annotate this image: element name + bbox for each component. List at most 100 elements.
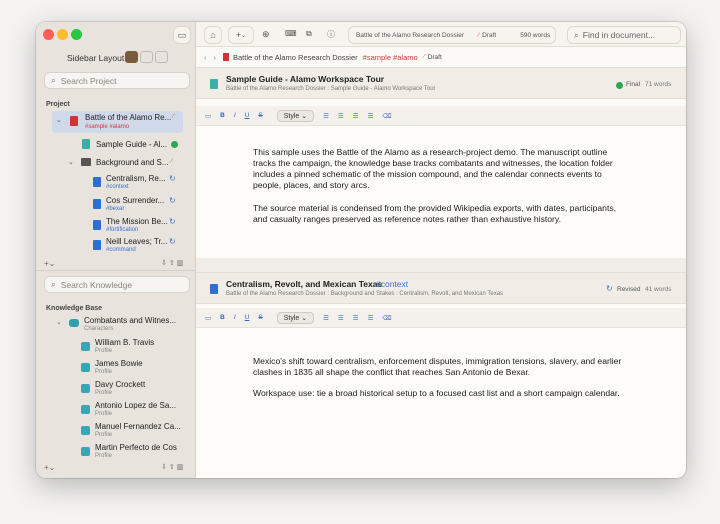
format-bar: ▭ B I U S Style ⌄ ☰ ☰ ☰ ☰ ⌫ bbox=[196, 106, 686, 126]
clear-format-icon[interactable]: ⌫ bbox=[382, 112, 391, 120]
final-status-icon bbox=[171, 141, 178, 148]
chevron-down-icon: ⌄ bbox=[56, 319, 62, 326]
italic-button[interactable]: I bbox=[234, 314, 236, 321]
knowledge-group[interactable]: ⌄ Combatants and Witnes... Characters bbox=[36, 316, 196, 336]
target-icon[interactable]: ⊕ bbox=[262, 29, 270, 40]
import-icon[interactable]: ⇩ bbox=[161, 464, 167, 471]
knowledge-heading: Knowledge Base bbox=[46, 305, 103, 312]
search-project-input[interactable]: ⌕ Search Project bbox=[44, 72, 190, 89]
align-left-icon[interactable]: ☰ bbox=[323, 112, 329, 120]
final-status-icon bbox=[616, 82, 623, 89]
bold-button[interactable]: B bbox=[220, 112, 225, 119]
person-icon bbox=[81, 426, 90, 435]
person-icon bbox=[81, 405, 90, 414]
close-window-button[interactable] bbox=[43, 29, 54, 40]
paragraph: Mexico's shift toward centralism, enforc… bbox=[253, 356, 622, 377]
strikethrough-button[interactable]: S bbox=[258, 314, 262, 321]
add-menu-button[interactable]: + ⌄ bbox=[228, 26, 254, 44]
minimize-window-button[interactable] bbox=[57, 29, 68, 40]
home-button[interactable]: ⌂ bbox=[204, 26, 222, 44]
search-icon: ⌕ bbox=[51, 75, 56, 85]
underline-button[interactable]: U bbox=[245, 314, 250, 321]
project-heading: Project bbox=[46, 101, 70, 108]
align-center-icon[interactable]: ☰ bbox=[338, 314, 344, 322]
person-icon bbox=[81, 384, 90, 393]
zoom-window-button[interactable] bbox=[71, 29, 82, 40]
clear-format-icon[interactable]: ⌫ bbox=[382, 314, 391, 322]
toggle-sidebar-button[interactable]: ▭ bbox=[173, 26, 191, 44]
project-item-cos[interactable]: Cos Surrender... #bexar ↻ bbox=[36, 195, 196, 215]
section-tag: #context bbox=[376, 279, 409, 289]
justify-icon[interactable]: ☰ bbox=[368, 314, 374, 322]
book-icon bbox=[70, 116, 78, 126]
chevron-down-icon: ⌄ bbox=[56, 117, 62, 124]
style-dropdown[interactable]: Style ⌄ bbox=[276, 311, 315, 324]
document-icon bbox=[93, 240, 101, 250]
add-project-item-button[interactable]: +⌄ bbox=[44, 259, 55, 268]
layout-project-button[interactable] bbox=[140, 51, 153, 63]
project-item-guide[interactable]: Sample Guide - Al... bbox=[36, 136, 196, 156]
project-item-background[interactable]: ⌄ Background and S... ∕ bbox=[36, 154, 196, 174]
knowledge-item[interactable]: William B. Travis Profile bbox=[36, 338, 196, 358]
paragraph: This sample uses the Battle of the Alamo… bbox=[253, 147, 613, 190]
italic-button[interactable]: I bbox=[234, 112, 236, 119]
document-icon bbox=[210, 284, 218, 294]
paragraph: Workspace use: tie a broad historical se… bbox=[253, 388, 620, 398]
project-item-mission[interactable]: The Mission Be... #fortification ↻ bbox=[36, 216, 196, 236]
back-button[interactable]: ‹ bbox=[204, 53, 207, 62]
paragraph-icon[interactable]: ▭ bbox=[205, 112, 211, 120]
section-header[interactable]: Centralism, Revolt, and Mexican Texas #c… bbox=[196, 272, 686, 304]
justify-icon[interactable]: ☰ bbox=[368, 112, 374, 120]
document-icon bbox=[93, 220, 101, 230]
layout-knowledge-button[interactable] bbox=[155, 51, 168, 63]
revised-status-icon: ↻ bbox=[169, 237, 176, 246]
cast-icon[interactable]: ⧉ bbox=[306, 29, 312, 39]
home-icon: ⌂ bbox=[210, 30, 216, 40]
editor-section-1[interactable]: This sample uses the Battle of the Alamo… bbox=[196, 126, 686, 258]
help-icon[interactable]: ⓘ bbox=[327, 29, 335, 40]
sidebar-divider bbox=[36, 270, 196, 271]
document-icon bbox=[210, 79, 218, 89]
search-knowledge-input[interactable]: ⌕ Search Knowledge bbox=[44, 276, 190, 293]
forward-button[interactable]: › bbox=[214, 53, 217, 62]
section-path: Battle of the Alamo Research Dossier : S… bbox=[226, 86, 436, 92]
editor-section-2[interactable]: Mexico's shift toward centralism, enforc… bbox=[196, 328, 686, 478]
style-dropdown[interactable]: Style ⌄ bbox=[276, 109, 315, 122]
knowledge-item[interactable]: Manuel Fernandez Ca... Profile bbox=[36, 422, 196, 442]
revised-status-icon: ↻ bbox=[169, 196, 176, 205]
trash-icon[interactable]: ▥ bbox=[177, 464, 184, 471]
project-item-neill[interactable]: Neill Leaves; Tr... #command ↻ bbox=[36, 236, 196, 256]
add-knowledge-item-button[interactable]: +⌄ bbox=[44, 463, 55, 472]
knowledge-item[interactable]: James Bowie Profile bbox=[36, 359, 196, 379]
app-window: ▭ Sidebar Layout ⌕ Search Project Project… bbox=[36, 22, 686, 478]
section-header[interactable]: Sample Guide - Alamo Workspace Tour Batt… bbox=[196, 67, 686, 99]
project-item-centralism[interactable]: Centralism, Re... #context ↻ bbox=[36, 173, 196, 193]
knowledge-item[interactable]: Martin Perfecto de Cos Profile bbox=[36, 443, 196, 459]
sidebar-layout-label: Sidebar Layout bbox=[67, 53, 125, 63]
import-icon[interactable]: ⇩ bbox=[161, 260, 167, 267]
paragraph-icon[interactable]: ▭ bbox=[205, 314, 211, 322]
find-in-document-input[interactable]: ⌕ Find in document... bbox=[567, 26, 681, 44]
layout-split-button[interactable] bbox=[125, 51, 138, 63]
project-item-root[interactable]: ⌄ Battle of the Alamo Re... #sample #ala… bbox=[52, 111, 183, 133]
knowledge-item[interactable]: Antonio Lopez de Sa... Profile bbox=[36, 401, 196, 421]
knowledge-item[interactable]: Davy Crockett Profile bbox=[36, 380, 196, 400]
align-left-icon[interactable]: ☰ bbox=[323, 314, 329, 322]
pencil-icon: ∕ bbox=[423, 54, 425, 60]
align-center-icon[interactable]: ☰ bbox=[338, 112, 344, 120]
sidebar-icon: ▭ bbox=[177, 29, 187, 40]
bold-button[interactable]: B bbox=[220, 314, 225, 321]
align-right-icon[interactable]: ☰ bbox=[353, 314, 359, 322]
align-right-icon[interactable]: ☰ bbox=[353, 112, 359, 120]
person-icon bbox=[81, 363, 90, 372]
share-icon[interactable]: ⇧ bbox=[169, 464, 175, 471]
underline-button[interactable]: U bbox=[245, 112, 250, 119]
main-area: ⌂ + ⌄ ⊕ ⌨ ⧉ ⓘ Battle of the Alamo Researc… bbox=[196, 22, 686, 478]
trash-icon[interactable]: ▥ bbox=[177, 260, 184, 267]
section-title: Sample Guide - Alamo Workspace Tour bbox=[226, 74, 385, 84]
document-icon bbox=[82, 139, 90, 149]
keyboard-icon[interactable]: ⌨ bbox=[285, 29, 297, 38]
share-icon[interactable]: ⇧ bbox=[169, 260, 175, 267]
strikethrough-button[interactable]: S bbox=[258, 112, 262, 119]
document-title-chip[interactable]: Battle of the Alamo Research Dossier ∕ D… bbox=[348, 26, 556, 44]
